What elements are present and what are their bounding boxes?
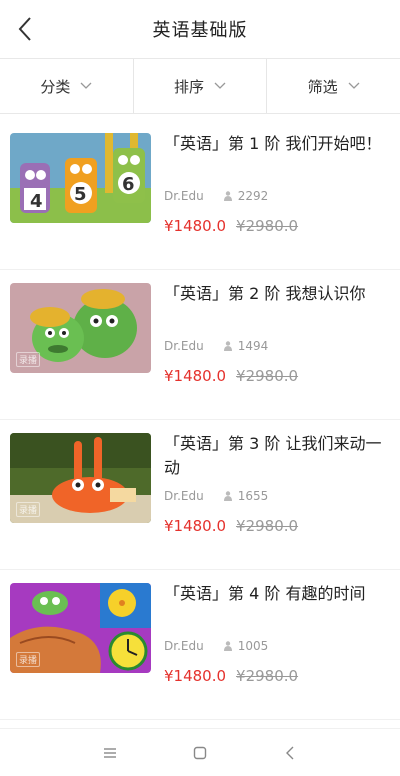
course-title: 「英语」第 1 阶 我们开始吧！ <box>164 134 382 153</box>
course-author: Dr.Edu <box>164 189 204 203</box>
course-item[interactable]: 录播 「英语」第 3 阶 让我们来动一动 Dr.Edu 1655 ¥1480.0… <box>0 420 400 570</box>
course-students: 1005 <box>237 639 269 653</box>
course-students: 2292 <box>237 189 269 203</box>
course-item[interactable]: 录播 「英语」第 2 阶 我想认识你 Dr.Edu 1494 ¥1480.0 ¥… <box>0 270 400 420</box>
course-original-price: ¥2980.0 <box>236 367 299 385</box>
thumbnail-tag: 录播 <box>16 652 41 667</box>
course-title: 「英语」第 4 阶 有趣的时间 <box>164 584 366 603</box>
filter-sort-label: 排序 <box>174 77 205 96</box>
svg-text:6: 6 <box>122 174 135 195</box>
svg-text:5: 5 <box>74 184 87 205</box>
course-thumbnail[interactable]: 4 5 6 <box>10 133 151 223</box>
course-price: ¥1480.0 <box>164 367 227 385</box>
course-original-price: ¥2980.0 <box>236 667 299 685</box>
chevron-left-icon <box>18 17 31 41</box>
page-title: 英语基础版 <box>152 20 248 41</box>
back-triangle-icon <box>286 746 294 759</box>
course-price: ¥1480.0 <box>164 217 227 235</box>
course-price: ¥1480.0 <box>164 667 227 685</box>
filter-screen-label: 筛选 <box>307 77 338 96</box>
home-square-icon <box>193 746 207 759</box>
course-list: 4 5 6 「英语」第 1 阶 我们开始吧！ Dr.Edu 2292 ¥1480… <box>0 114 400 720</box>
filter-category[interactable]: 分类 <box>0 59 134 113</box>
course-title: 「英语」第 3 阶 让我们来动一动 <box>164 434 382 477</box>
course-thumbnail[interactable]: 录播 <box>10 283 151 373</box>
menu-icon <box>104 747 116 758</box>
app-header: 英语基础版 <box>0 0 400 58</box>
chevron-down-icon <box>214 82 226 89</box>
chevron-down-icon <box>80 82 92 89</box>
course-thumbnail[interactable]: 录播 <box>10 583 151 673</box>
chevron-down-icon <box>348 82 360 89</box>
person-icon <box>223 341 232 351</box>
thumbnail-tag: 录播 <box>16 502 41 517</box>
course-title: 「英语」第 2 阶 我想认识你 <box>164 284 366 303</box>
course-item[interactable]: 4 5 6 「英语」第 1 阶 我们开始吧！ Dr.Edu 2292 ¥1480… <box>0 120 400 270</box>
course-students: 1494 <box>237 339 269 353</box>
course-students: 1655 <box>237 489 269 503</box>
system-back-button[interactable] <box>280 743 300 763</box>
course-thumbnail[interactable]: 录播 <box>10 433 151 523</box>
filter-screen[interactable]: 筛选 <box>267 59 400 113</box>
filter-category-label: 分类 <box>40 77 71 96</box>
filter-bar: 分类 排序 筛选 <box>0 58 400 114</box>
thumbnail-tag: 录播 <box>16 352 41 367</box>
course-original-price: ¥2980.0 <box>236 517 299 535</box>
home-button[interactable] <box>190 743 210 763</box>
course-author: Dr.Edu <box>164 339 204 353</box>
course-author: Dr.Edu <box>164 639 204 653</box>
person-icon <box>223 641 232 651</box>
course-author: Dr.Edu <box>164 489 204 503</box>
system-navbar <box>0 728 400 776</box>
svg-text:4: 4 <box>30 191 43 212</box>
course-price: ¥1480.0 <box>164 517 227 535</box>
back-button[interactable] <box>10 14 40 44</box>
filter-sort[interactable]: 排序 <box>134 59 268 113</box>
course-original-price: ¥2980.0 <box>236 217 299 235</box>
person-icon <box>223 191 232 201</box>
menu-button[interactable] <box>100 743 120 763</box>
person-icon <box>223 491 232 501</box>
course-item[interactable]: 录播 「英语」第 4 阶 有趣的时间 Dr.Edu 1005 ¥1480.0 ¥… <box>0 570 400 720</box>
